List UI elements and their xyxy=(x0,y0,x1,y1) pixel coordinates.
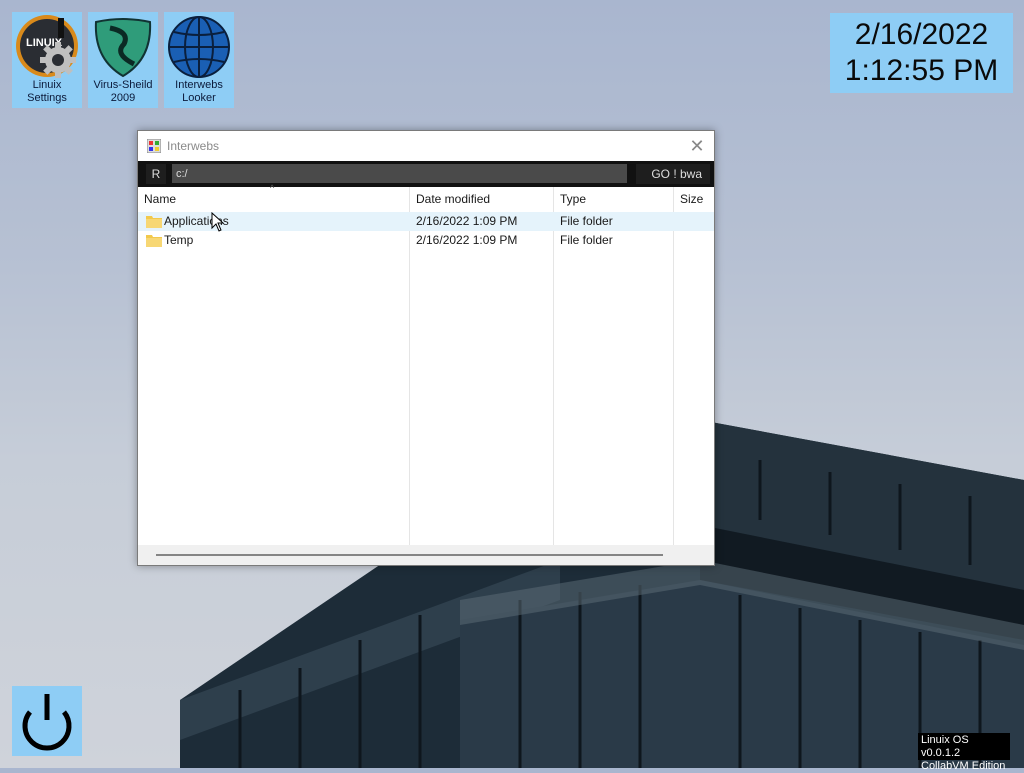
address-input[interactable] xyxy=(172,164,627,183)
file-list: ^ Name Date modified Type Size Applicati… xyxy=(138,183,714,545)
app-icon xyxy=(147,139,161,153)
column-header-size[interactable]: Size xyxy=(680,187,703,211)
go-button[interactable]: GO ! bwa xyxy=(636,164,710,184)
desktop-clock: 2/16/2022 1:12:55 PM xyxy=(830,13,1013,93)
folder-icon xyxy=(146,235,162,247)
interwebs-window: Interwebs ✕ R GO ! bwa ^ Name Date modif… xyxy=(137,130,715,566)
desktop-icon-label: Virus-Sheild 2009 xyxy=(93,79,153,104)
desktop-icon-label: Interwebs Looker xyxy=(175,79,223,104)
linuix-settings-icon: LINUIX xyxy=(16,15,78,78)
browser-toolbar: R GO ! bwa xyxy=(138,161,714,187)
desktop-icon-virus-sheild[interactable]: Virus-Sheild 2009 xyxy=(88,12,158,108)
file-name: Temp xyxy=(164,233,194,247)
column-header-date[interactable]: Date modified xyxy=(416,187,490,211)
sort-arrow-icon: ^ xyxy=(270,183,275,193)
folder-icon xyxy=(146,216,162,228)
refresh-button[interactable]: R xyxy=(146,164,166,184)
scrollbar-thumb[interactable] xyxy=(156,554,663,556)
file-date: 2/16/2022 1:09 PM xyxy=(416,233,518,247)
file-date: 2/16/2022 1:09 PM xyxy=(416,214,518,228)
shield-icon xyxy=(94,18,152,78)
horizontal-scrollbar[interactable] xyxy=(138,545,714,565)
window-title: Interwebs xyxy=(167,139,220,153)
file-type: File folder xyxy=(560,233,613,247)
mouse-cursor-icon xyxy=(211,212,225,232)
column-header-type[interactable]: Type xyxy=(560,187,586,211)
os-version-badge: Linuix OS v0.0.1.2 CollabVM Edition xyxy=(918,733,1010,772)
desktop-icon-linuix-settings[interactable]: LINUIX Linuix Settings xyxy=(12,12,82,108)
window-titlebar[interactable]: Interwebs ✕ xyxy=(138,131,714,161)
clock-time: 1:12:55 PM xyxy=(844,54,999,87)
table-row[interactable]: Temp 2/16/2022 1:09 PM File folder xyxy=(138,231,714,250)
close-button[interactable]: ✕ xyxy=(686,135,708,157)
column-header-name[interactable]: Name xyxy=(144,187,176,211)
file-type: File folder xyxy=(560,214,613,228)
desktop-icon-interwebs-looker[interactable]: Interwebs Looker xyxy=(164,12,234,108)
desktop-icon-label: Linuix Settings xyxy=(27,79,67,104)
power-icon xyxy=(22,694,72,751)
power-button[interactable] xyxy=(12,686,82,756)
globe-icon xyxy=(168,16,230,78)
clock-date: 2/16/2022 xyxy=(854,18,989,51)
